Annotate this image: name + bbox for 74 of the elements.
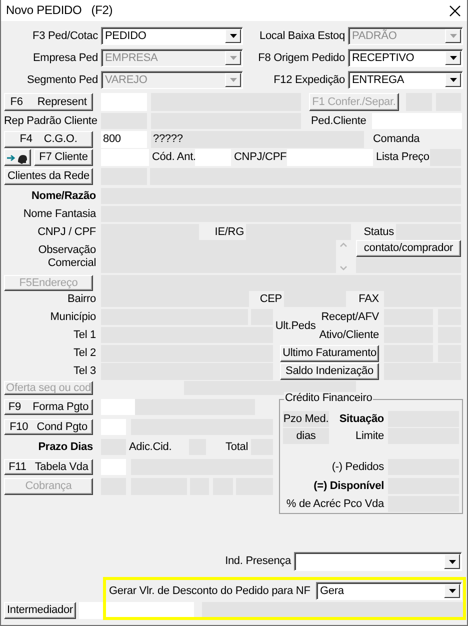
- field-label: Lista Preço: [376, 150, 430, 166]
- button[interactable]: Saldo Indenização: [280, 363, 379, 380]
- field-label: CNPJ/CPF: [234, 150, 286, 166]
- field-label: Local Baixa Estoq: [258, 28, 345, 44]
- caret-icon: [230, 34, 236, 38]
- dropdown[interactable]: ENTREGA: [348, 71, 463, 89]
- shaded-label: dias: [283, 428, 329, 444]
- scroll-down-icon[interactable]: [340, 266, 347, 271]
- scroll-up-icon[interactable]: [340, 242, 347, 247]
- button[interactable]: Intermediador: [4, 602, 76, 619]
- caret-icon: [230, 78, 236, 82]
- field-label: Limite: [354, 428, 384, 444]
- field-label: IE/RG: [214, 224, 244, 240]
- field-label: Prazo Dias: [37, 440, 93, 455]
- caret-icon: [450, 34, 456, 38]
- field-label: Tel 3: [72, 364, 96, 380]
- field-label: CNPJ / CPF: [36, 224, 96, 240]
- caret-icon: [230, 56, 236, 60]
- button[interactable]: F10 Cond Pgto: [4, 419, 93, 435]
- field-label: Município: [49, 310, 96, 325]
- field-label: Rep Padrão Cliente: [4, 114, 97, 129]
- field-label: (=) Disponível: [312, 478, 384, 494]
- field-label: Observação Comercial: [37, 242, 96, 270]
- field-label: Ult.Peds: [274, 318, 317, 334]
- arrow-icon: [7, 154, 15, 162]
- field-label: Ind. Presença: [224, 554, 291, 570]
- button[interactable]: Clientes da Rede: [4, 168, 93, 185]
- client-search-button[interactable]: [4, 149, 31, 166]
- field-label: F12 Expedição: [272, 72, 345, 88]
- button[interactable]: F7 Cliente: [34, 149, 93, 166]
- input-field[interactable]: [287, 149, 373, 166]
- field-label: Ativo/Cliente: [318, 328, 379, 343]
- field-label: Segmento Ped: [26, 72, 98, 88]
- field-label: Bairro: [66, 292, 96, 307]
- input-field[interactable]: 800: [101, 131, 147, 148]
- field-label: (-) Pedidos: [330, 460, 384, 475]
- field-label: F3 Ped/Cotac: [32, 28, 98, 44]
- shaded-label: Pzo Med.: [283, 411, 329, 427]
- field-label: Recept/AFV: [320, 310, 379, 325]
- field-label: Tel 1: [72, 328, 96, 343]
- field-label: Tel 2: [72, 346, 96, 362]
- caret-icon: [450, 56, 456, 60]
- field-label: Gerar Vlr. de Desconto do Pedido para NF: [109, 584, 312, 599]
- caret-icon: [448, 560, 456, 564]
- caret-icon: [448, 589, 456, 593]
- field-label: Cód. Ant.: [152, 150, 195, 166]
- field-label: Adic.Cid.: [129, 440, 173, 455]
- button[interactable]: Ultimo Faturamento: [280, 345, 379, 362]
- field-label: Situação: [338, 412, 384, 427]
- field-label: FAX: [358, 292, 379, 307]
- field-label: Nome Fantasia: [22, 206, 96, 222]
- dropdown[interactable]: PEDIDO: [101, 27, 243, 45]
- field-label: Status: [362, 224, 394, 240]
- field-label: F8 Origem Pedido: [257, 50, 345, 66]
- dropdown[interactable]: RECEPTIVO: [348, 49, 463, 67]
- button[interactable]: F9 Forma Pgto: [4, 399, 93, 415]
- field-label: CEP: [258, 292, 282, 307]
- field-label: Total: [224, 440, 248, 455]
- field-label: Empresa Ped: [32, 50, 98, 66]
- dropdown[interactable]: [294, 552, 462, 571]
- caret-icon: [450, 78, 456, 82]
- button[interactable]: F11 Tabela Vda: [4, 459, 93, 475]
- field-label: Ped.Cliente: [311, 114, 368, 129]
- button[interactable]: F6 Represent: [4, 93, 93, 111]
- input-field[interactable]: [195, 149, 231, 166]
- field-label: % de Acréc Pco Vda: [285, 496, 384, 512]
- button[interactable]: F4 C.G.O.: [4, 131, 93, 148]
- close-icon[interactable]: [449, 4, 461, 16]
- field-label: Nome/Razão: [30, 188, 96, 204]
- window-title: Novo PEDIDO (F2): [6, 4, 113, 18]
- button[interactable]: contato/comprador: [356, 240, 461, 257]
- dropdown[interactable]: Gera: [316, 582, 462, 600]
- input-field[interactable]: [101, 399, 135, 415]
- field-label: Comanda: [373, 132, 421, 148]
